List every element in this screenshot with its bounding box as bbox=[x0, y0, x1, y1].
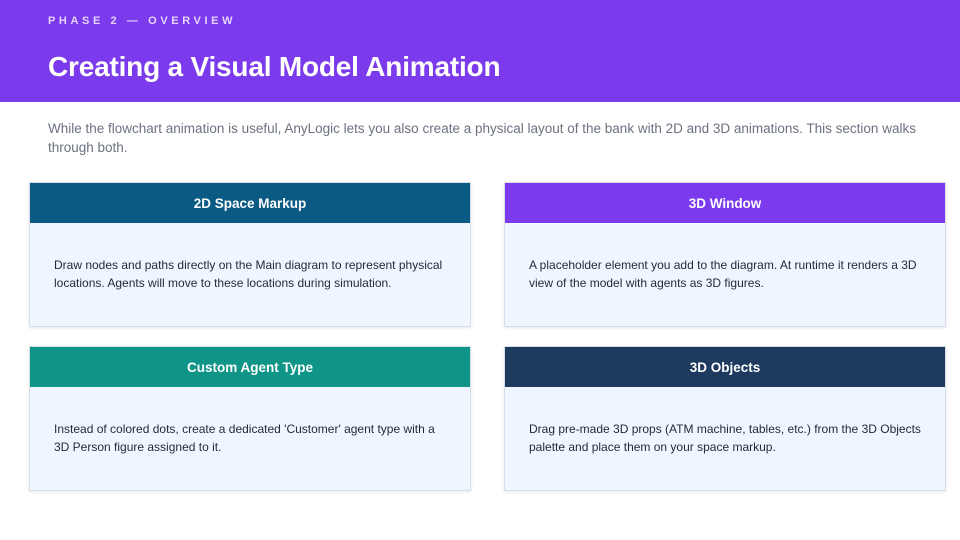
card-header: 2D Space Markup bbox=[30, 183, 470, 223]
card-body: Draw nodes and paths directly on the Mai… bbox=[30, 223, 470, 326]
page-title: Creating a Visual Model Animation bbox=[48, 51, 501, 82]
card-body: Drag pre-made 3D props (ATM machine, tab… bbox=[505, 387, 945, 490]
card-body: Instead of colored dots, create a dedica… bbox=[30, 387, 470, 490]
section-eyebrow: PHASE 2 — OVERVIEW bbox=[48, 15, 237, 27]
card-3d-window: 3D Window A placeholder element you add … bbox=[504, 182, 946, 327]
card-description: Instead of colored dots, create a dedica… bbox=[54, 422, 435, 454]
card-description: Drag pre-made 3D props (ATM machine, tab… bbox=[529, 422, 921, 454]
card-body: A placeholder element you add to the dia… bbox=[505, 223, 945, 326]
card-header: 3D Objects bbox=[505, 347, 945, 387]
card-description: A placeholder element you add to the dia… bbox=[529, 258, 917, 290]
card-header: 3D Window bbox=[505, 183, 945, 223]
card-custom-agent-type: Custom Agent Type Instead of colored dot… bbox=[29, 346, 471, 491]
header-banner: PHASE 2 — OVERVIEW Creating a Visual Mod… bbox=[0, 0, 960, 102]
card-3d-objects: 3D Objects Drag pre-made 3D props (ATM m… bbox=[504, 346, 946, 491]
intro-paragraph: While the flowchart animation is useful,… bbox=[48, 121, 916, 155]
card-header: Custom Agent Type bbox=[30, 347, 470, 387]
card-2d-space-markup: 2D Space Markup Draw nodes and paths dir… bbox=[29, 182, 471, 327]
card-description: Draw nodes and paths directly on the Mai… bbox=[54, 258, 443, 290]
